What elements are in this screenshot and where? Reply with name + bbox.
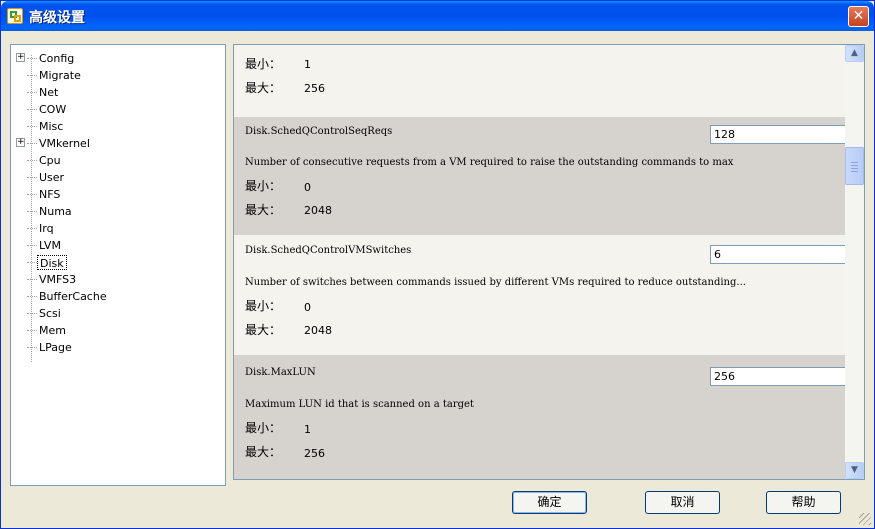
setting-row: Disk.SchedQControlVMSwitches 6 Number of… (234, 235, 846, 355)
tree-item-vmfs3[interactable]: VMFS3 (11, 271, 221, 288)
min-value: 0 (304, 301, 311, 314)
tree-item-label: Migrate (39, 69, 81, 82)
tree-item-label: User (39, 171, 65, 184)
max-label: 最大： (245, 445, 282, 459)
tree-item-migrate[interactable]: Migrate (11, 67, 221, 84)
tree-item-user[interactable]: User (11, 169, 221, 186)
setting-name: Disk.SchedQControlSeqReqs (245, 126, 393, 137)
help-button[interactable]: 帮助 (766, 491, 841, 514)
min-label: 最小： (245, 299, 282, 313)
tree-item-label: NFS (39, 188, 61, 201)
max-value: 256 (304, 447, 325, 460)
resize-grip-icon[interactable] (859, 513, 871, 525)
tree-item-misc[interactable]: Misc (11, 118, 221, 135)
ok-button[interactable]: 确定 (512, 491, 587, 514)
tree-item-label: Cpu (39, 154, 61, 167)
tree-item-config[interactable]: + Config (11, 50, 221, 67)
tree-item-net[interactable]: Net (11, 84, 221, 101)
tree-item-mem[interactable]: Mem (11, 322, 221, 339)
expand-icon[interactable]: + (16, 53, 25, 62)
tree-item-label: LPage (39, 341, 72, 354)
tree-item-lpage[interactable]: LPage (11, 339, 221, 356)
tree-item-lvm[interactable]: LVM (11, 237, 221, 254)
min-value: 1 (304, 423, 311, 436)
tree-item-label: Net (39, 86, 59, 99)
min-label: 最小： (245, 421, 282, 435)
tree-item-buffercache[interactable]: BufferCache (11, 288, 221, 305)
tree-item-label: Mem (39, 324, 66, 337)
max-value: 2048 (304, 204, 332, 217)
scroll-up-arrow-icon[interactable]: ▲ (845, 45, 864, 62)
window-title: 高级设置 (29, 10, 85, 26)
max-value: 2048 (304, 324, 332, 337)
setting-description: Maximum LUN id that is scanned on a targ… (245, 399, 474, 410)
vertical-scrollbar[interactable]: ▲ ▼ (845, 45, 864, 479)
setting-value-input[interactable]: 128 (710, 125, 846, 144)
setting-row: 最小： 1 最大： 256 (234, 45, 845, 117)
tree-item-cpu[interactable]: Cpu (11, 152, 221, 169)
setting-name: Disk.SchedQControlVMSwitches (245, 245, 412, 256)
tree-item-disk[interactable]: Disk (11, 254, 221, 271)
max-label: 最大： (245, 323, 282, 337)
tree-item-nfs[interactable]: NFS (11, 186, 221, 203)
max-label: 最大： (245, 203, 282, 217)
min-label: 最小： (245, 57, 282, 71)
expand-icon[interactable]: + (16, 138, 25, 147)
min-label: 最小： (245, 179, 282, 193)
setting-name: Disk.MaxLUN (245, 367, 316, 378)
scroll-down-arrow-icon[interactable]: ▼ (845, 462, 864, 479)
tree-item-label: Disk (37, 255, 67, 270)
tree-item-vmkernel[interactable]: + VMkernel (11, 135, 221, 152)
max-label: 最大： (245, 81, 282, 95)
tree-item-label: LVM (39, 239, 61, 252)
tree-item-label: COW (39, 103, 67, 116)
setting-value-input[interactable]: 256 (710, 367, 846, 386)
title-bar[interactable]: 高级设置 ✕ (1, 1, 874, 31)
advanced-settings-window: 高级设置 ✕ + Config Migrate Net COW Misc + V… (0, 0, 875, 529)
tree-item-irq[interactable]: Irq (11, 220, 221, 237)
scrollbar-thumb[interactable] (845, 147, 864, 185)
tree-item-cow[interactable]: COW (11, 101, 221, 118)
tree-item-label: VMkernel (39, 137, 90, 150)
max-value: 256 (304, 82, 325, 95)
cancel-button[interactable]: 取消 (645, 491, 720, 514)
setting-row: Disk.MaxLUN 256 Maximum LUN id that is s… (234, 355, 846, 479)
settings-list[interactable]: 最小： 1 最大： 256 Disk.SchedQControlSeqReqs … (233, 44, 865, 480)
category-tree[interactable]: + Config Migrate Net COW Misc + VMkernel… (10, 44, 226, 486)
tree-item-scsi[interactable]: Scsi (11, 305, 221, 322)
min-value: 0 (304, 181, 311, 194)
tree-item-label: BufferCache (39, 290, 107, 303)
tree-item-label: Config (39, 52, 75, 65)
tree-item-label: VMFS3 (39, 273, 77, 286)
app-icon (7, 8, 23, 24)
tree-item-label: Scsi (39, 307, 61, 320)
tree-item-label: Irq (39, 222, 54, 235)
setting-row: Disk.SchedQControlSeqReqs 128 Number of … (234, 117, 846, 235)
tree-item-label: Misc (39, 120, 64, 133)
setting-description: Number of switches between commands issu… (245, 277, 746, 288)
setting-description: Number of consecutive requests from a VM… (245, 157, 734, 168)
min-value: 1 (304, 58, 311, 71)
tree-item-numa[interactable]: Numa (11, 203, 221, 220)
close-button[interactable]: ✕ (848, 6, 869, 27)
tree-item-label: Numa (39, 205, 72, 218)
setting-value-input[interactable]: 6 (710, 245, 846, 264)
